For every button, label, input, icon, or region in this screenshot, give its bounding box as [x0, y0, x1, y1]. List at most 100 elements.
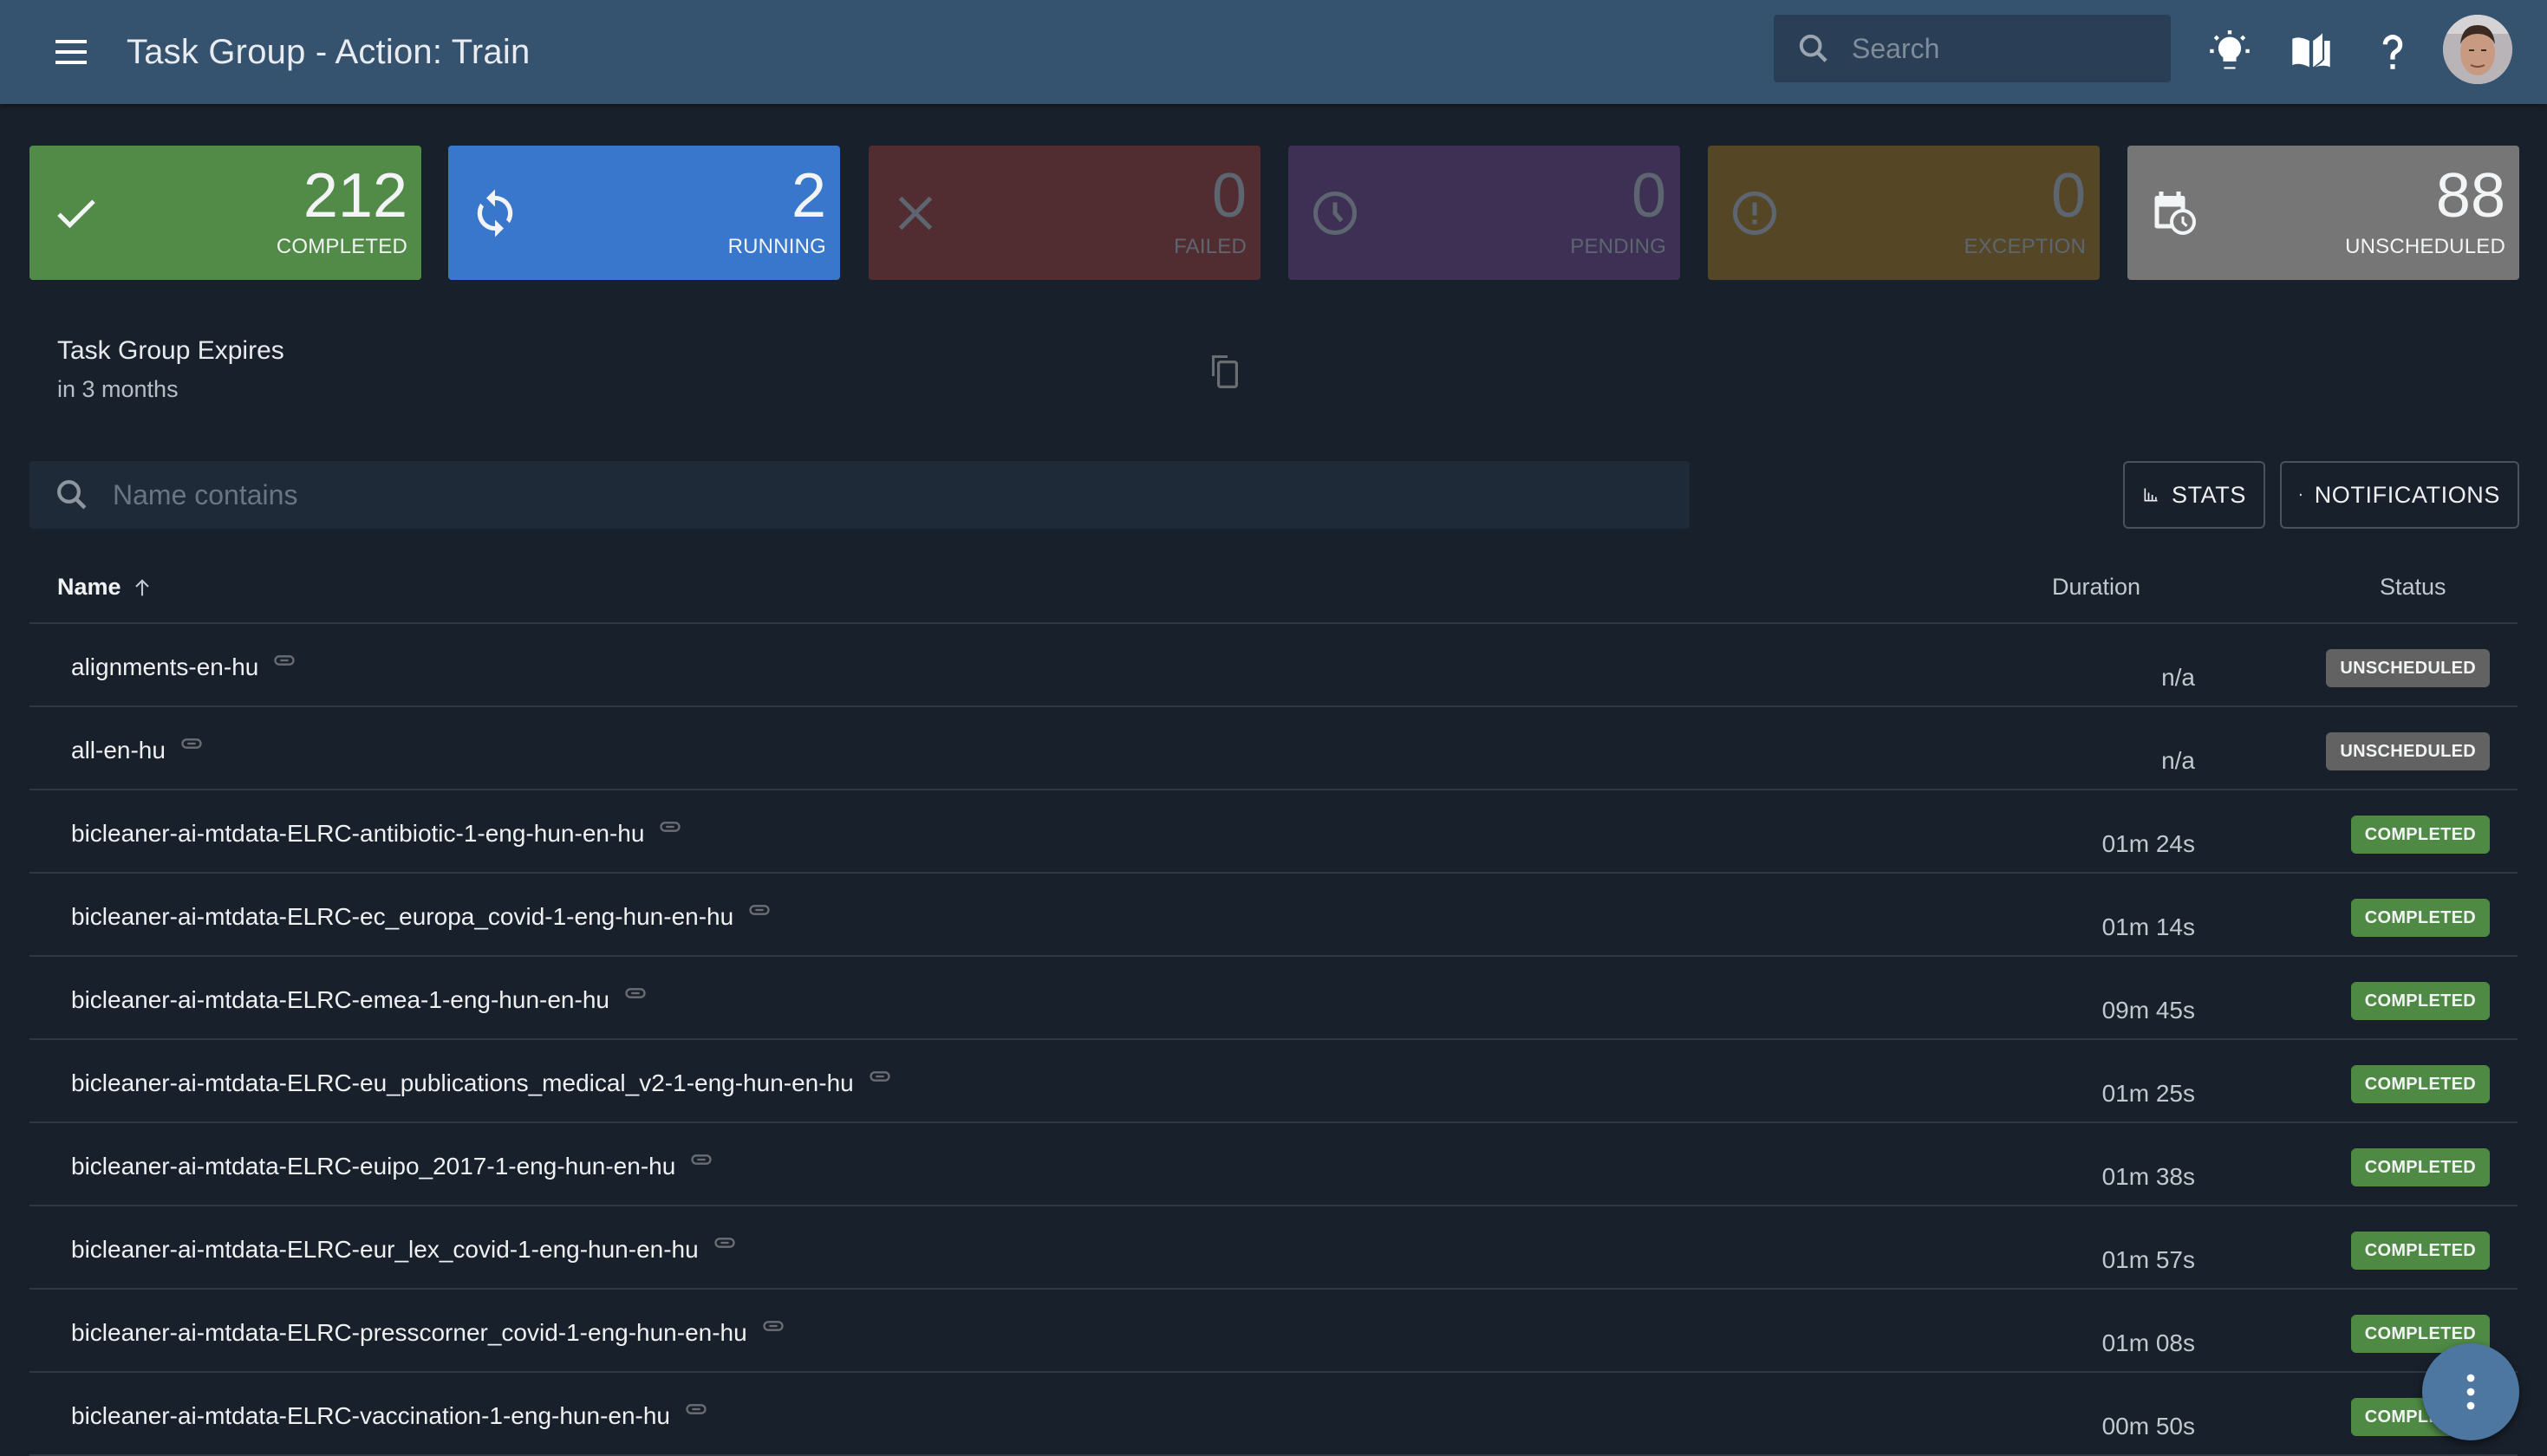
task-name: alignments-en-hu — [71, 653, 259, 680]
task-name-link[interactable]: bicleaner-ai-mtdata-ELRC-ec_europa_covid… — [71, 903, 772, 931]
notifications-button[interactable]: NOTIFICATIONS — [2280, 461, 2519, 529]
task-duration: 00m 50s — [2101, 1413, 2195, 1440]
column-name[interactable]: Name — [57, 574, 154, 601]
link-icon[interactable] — [179, 731, 204, 756]
search-icon — [57, 480, 87, 510]
task-name-link[interactable]: bicleaner-ai-mtdata-ELRC-euipo_2017-1-en… — [71, 1153, 713, 1180]
task-name-link[interactable]: bicleaner-ai-mtdata-ELRC-emea-1-eng-hun-… — [71, 986, 648, 1014]
task-duration: 01m 08s — [2101, 1329, 2195, 1356]
stat-count: 2 — [791, 161, 826, 231]
check-icon — [57, 199, 95, 229]
link-icon[interactable] — [868, 1064, 892, 1089]
stat-count: 88 — [2435, 161, 2505, 231]
stat-failed[interactable]: 0 FAILED — [869, 146, 1260, 280]
task-duration: 01m 57s — [2101, 1246, 2195, 1273]
table-row: bicleaner-ai-mtdata-ELRC-euipo_2017-1-en… — [29, 1123, 2518, 1206]
search-input[interactable] — [1852, 32, 2146, 65]
task-duration: 01m 24s — [2101, 830, 2195, 857]
task-name: bicleaner-ai-mtdata-ELRC-euipo_2017-1-en… — [71, 1153, 676, 1180]
lightbulb-icon — [2210, 30, 2250, 69]
task-name: bicleaner-ai-mtdata-ELRC-presscorner_cov… — [71, 1319, 747, 1346]
table-row: all-en-hu n/a UNSCHEDULED — [29, 707, 2518, 790]
link-icon[interactable] — [761, 1314, 785, 1338]
close-icon — [898, 196, 933, 231]
expires-value: in 3 months — [57, 376, 179, 402]
bell-icon — [2299, 493, 2303, 497]
status-badge: COMPLETED — [2350, 899, 2490, 937]
global-search[interactable] — [1774, 15, 2171, 82]
stat-label: UNSCHEDULED — [2345, 235, 2505, 258]
task-list: alignments-en-hu n/a UNSCHEDULED all-en-… — [29, 624, 2518, 1456]
link-icon[interactable] — [623, 981, 648, 1005]
status-badge: COMPLETED — [2350, 982, 2490, 1020]
stat-label: FAILED — [1174, 235, 1247, 258]
task-name: bicleaner-ai-mtdata-ELRC-eu_publications… — [71, 1069, 854, 1096]
name-filter[interactable] — [29, 461, 1690, 529]
task-name-link[interactable]: bicleaner-ai-mtdata-ELRC-vaccination-1-e… — [71, 1402, 708, 1430]
bar-chart-icon — [2144, 488, 2158, 502]
task-name: bicleaner-ai-mtdata-ELRC-vaccination-1-e… — [71, 1402, 671, 1429]
link-icon[interactable] — [658, 815, 682, 839]
status-badge: COMPLETED — [2350, 1232, 2490, 1270]
menu-button[interactable] — [52, 33, 90, 71]
stat-pending[interactable]: 0 PENDING — [1288, 146, 1680, 280]
stat-label: COMPLETED — [276, 235, 407, 258]
task-duration: 01m 14s — [2101, 913, 2195, 940]
stat-count: 212 — [303, 161, 407, 231]
column-duration[interactable]: Duration — [2052, 574, 2140, 601]
stat-unscheduled[interactable]: 88 UNSCHEDULED — [2127, 146, 2519, 280]
task-duration: 01m 25s — [2101, 1080, 2195, 1107]
stat-completed[interactable]: 212 COMPLETED — [29, 146, 421, 280]
task-duration: 09m 45s — [2101, 997, 2195, 1024]
task-name-link[interactable]: alignments-en-hu — [71, 653, 296, 681]
calendar-clock-icon — [2154, 192, 2196, 235]
stat-exception[interactable]: 0 EXCEPTION — [1708, 146, 2100, 280]
avatar[interactable] — [2443, 15, 2512, 84]
task-name: bicleaner-ai-mtdata-ELRC-ec_europa_covid… — [71, 903, 734, 930]
stat-running[interactable]: 2 RUNNING — [448, 146, 840, 280]
task-name: bicleaner-ai-mtdata-ELRC-antibiotic-1-en… — [71, 820, 645, 847]
theme-toggle-button[interactable] — [2202, 24, 2257, 80]
help-icon — [2382, 35, 2403, 69]
status-badge: COMPLETED — [2350, 1065, 2490, 1103]
stats-button-label: STATS — [2171, 481, 2246, 508]
task-name: bicleaner-ai-mtdata-ELRC-eur_lex_covid-1… — [71, 1236, 699, 1263]
stat-label: PENDING — [1570, 235, 1666, 258]
task-name-link[interactable]: bicleaner-ai-mtdata-ELRC-eur_lex_covid-1… — [71, 1236, 737, 1264]
status-badge: UNSCHEDULED — [2326, 649, 2490, 687]
sync-icon — [477, 189, 513, 237]
status-badge: UNSCHEDULED — [2326, 732, 2490, 770]
link-icon[interactable] — [713, 1231, 737, 1255]
link-icon[interactable] — [747, 898, 772, 922]
column-status[interactable]: Status — [2380, 574, 2446, 601]
copy-button[interactable] — [1200, 345, 1252, 397]
link-icon[interactable] — [689, 1147, 713, 1172]
table-row: bicleaner-ai-mtdata-ELRC-vaccination-1-e… — [29, 1373, 2518, 1456]
expires-title: Task Group Expires — [57, 336, 284, 365]
task-name-link[interactable]: bicleaner-ai-mtdata-ELRC-eu_publications… — [71, 1069, 892, 1097]
stat-count: 0 — [1631, 161, 1666, 231]
link-icon[interactable] — [684, 1397, 708, 1421]
copy-icon — [1212, 355, 1238, 388]
arrow-up-icon — [134, 578, 149, 595]
task-name-link[interactable]: bicleaner-ai-mtdata-ELRC-presscorner_cov… — [71, 1319, 785, 1347]
stat-count: 0 — [2050, 161, 2086, 231]
link-icon[interactable] — [272, 648, 296, 673]
status-badge: COMPLETED — [2350, 816, 2490, 854]
name-filter-input[interactable] — [113, 478, 1586, 511]
stat-label: RUNNING — [727, 235, 826, 258]
task-name: bicleaner-ai-mtdata-ELRC-emea-1-eng-hun-… — [71, 986, 609, 1013]
status-badge: COMPLETED — [2350, 1148, 2490, 1186]
book-icon — [2292, 33, 2330, 68]
table-row: bicleaner-ai-mtdata-ELRC-ec_europa_covid… — [29, 874, 2518, 957]
task-duration: 01m 38s — [2101, 1163, 2195, 1190]
stats-button[interactable]: STATS — [2123, 461, 2265, 529]
actions-fab[interactable] — [2422, 1343, 2519, 1440]
page-title: Task Group - Action: Train — [127, 33, 531, 71]
more-vertical-icon — [2466, 1374, 2475, 1410]
docs-button[interactable] — [2283, 24, 2339, 80]
task-name-link[interactable]: bicleaner-ai-mtdata-ELRC-antibiotic-1-en… — [71, 820, 682, 848]
help-button[interactable] — [2365, 24, 2420, 80]
task-name-link[interactable]: all-en-hu — [71, 737, 204, 764]
alert-circle-icon — [1733, 192, 1776, 235]
